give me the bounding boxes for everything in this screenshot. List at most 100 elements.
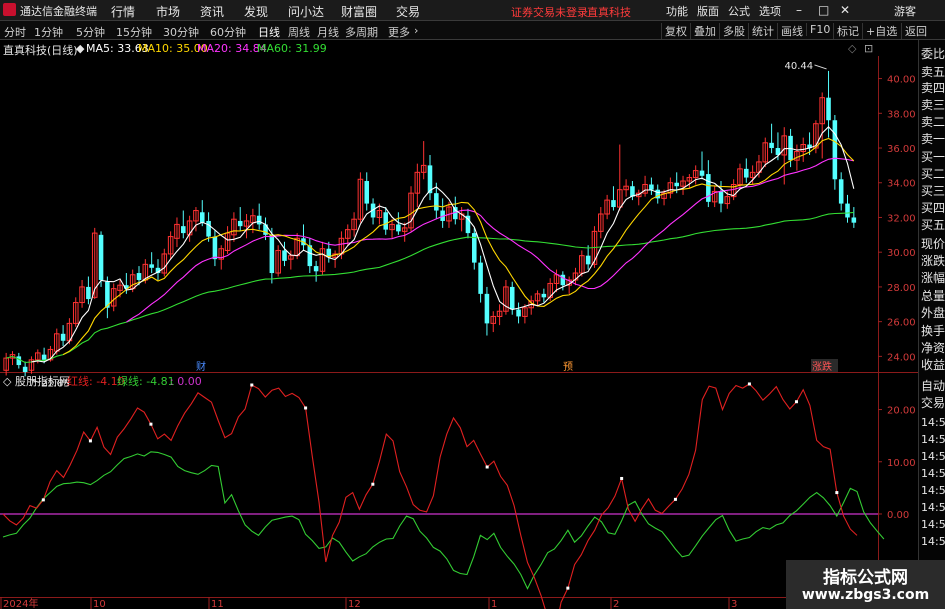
candle-body — [832, 120, 838, 180]
signal-marker — [304, 406, 308, 410]
date-axis-label: 3 — [731, 599, 737, 609]
tool-duogu[interactable]: 多股 — [719, 23, 745, 39]
period-60min[interactable]: 60分钟 — [210, 24, 246, 40]
side-panel-item[interactable]: 买二 — [921, 166, 945, 182]
side-panel-item[interactable]: 14:56 — [921, 415, 945, 431]
side-panel-item[interactable]: 14:56 — [921, 517, 945, 533]
side-panel-item[interactable]: 买三 — [921, 183, 945, 199]
tool-diejia[interactable]: 叠加 — [690, 23, 716, 39]
side-panel-item[interactable]: 14:56 — [921, 449, 945, 465]
current-stock-name[interactable]: 直真科技 — [587, 4, 631, 20]
indicator-red-line — [2, 383, 858, 609]
tool-huaxian[interactable]: 画线 — [777, 23, 803, 39]
period-15min[interactable]: 15分钟 — [116, 24, 152, 40]
candle-body — [838, 179, 844, 204]
menu-hangqing[interactable]: 行情 — [111, 3, 135, 20]
period-fenshi[interactable]: 分时 — [4, 24, 26, 40]
guest-login[interactable]: 游客 — [894, 3, 916, 19]
side-panel-item[interactable]: 总量 — [921, 288, 945, 304]
side-panel-item[interactable]: 14:56 — [921, 534, 945, 550]
chevron-right-icon[interactable]: › — [414, 24, 418, 37]
side-panel-item[interactable]: 涨幅 — [921, 270, 945, 286]
tool-fuquan[interactable]: 复权 — [661, 23, 687, 39]
tool-back[interactable]: 返回 — [901, 23, 927, 39]
marker-cai: 财 — [196, 360, 206, 373]
site-watermark: 指标公式网 www.zbgs3.com — [786, 560, 945, 609]
side-panel-item[interactable]: 卖二 — [921, 114, 945, 130]
side-panel-item[interactable]: 换手 — [921, 323, 945, 339]
side-panel-item[interactable]: 买一 — [921, 149, 945, 165]
price-axis-label: 26.00 — [887, 318, 916, 329]
minimize-icon[interactable]: – — [796, 3, 802, 17]
candle-body — [206, 220, 211, 237]
date-axis-label: 1 — [491, 599, 497, 609]
candle-body — [826, 97, 831, 121]
candle-body — [674, 182, 679, 187]
high-arrow — [814, 64, 827, 70]
side-panel-item[interactable]: 14:56 — [921, 483, 945, 499]
kline-chart[interactable]: 40.0038.0036.0034.0032.0030.0028.0026.00… — [0, 40, 918, 609]
maximize-icon[interactable]: □ — [818, 3, 829, 17]
side-panel-item[interactable]: 委比 — [921, 46, 945, 62]
side-panel-item[interactable]: 收益 — [921, 357, 945, 373]
menu-shichang[interactable]: 市场 — [156, 3, 180, 20]
tool-biaoji[interactable]: 标记 — [833, 23, 859, 39]
side-panel-item[interactable]: 卖三 — [921, 97, 945, 113]
indicator-zero-value: : 0.00 — [170, 375, 202, 388]
side-panel-item[interactable]: 涨跌 — [921, 253, 945, 269]
side-panel-item[interactable]: 14:56 — [921, 432, 945, 448]
candle-body — [516, 309, 521, 317]
period-multi[interactable]: 多周期 — [345, 24, 378, 40]
side-panel-item[interactable]: 净资 — [921, 340, 945, 356]
signal-marker — [250, 383, 254, 387]
period-more[interactable]: 更多 — [388, 24, 410, 40]
indicator-green-value: 绿线: -4.81 — [117, 374, 175, 388]
trade-login-notice[interactable]: 证券交易未登录 — [511, 4, 588, 20]
signal-marker — [41, 498, 45, 502]
side-panel-item[interactable]: 自动 — [921, 378, 945, 394]
candle-body — [86, 286, 91, 300]
menu-caifuquan[interactable]: 财富圈 — [341, 3, 377, 20]
side-panel-item[interactable]: 买四 — [921, 200, 945, 216]
side-panel-item[interactable]: 现价 — [921, 236, 945, 252]
menu-jiaoyi[interactable]: 交易 — [396, 3, 420, 20]
candle-body — [769, 142, 774, 149]
date-axis-label: 11 — [211, 599, 224, 609]
tool-add-watchlist[interactable]: +自选 — [862, 23, 897, 39]
signal-marker — [747, 382, 751, 386]
price-axis-label: 30.00 — [887, 248, 916, 259]
side-panel-item[interactable]: 卖四 — [921, 80, 945, 96]
chart-settings-icon[interactable]: ⊡ — [864, 42, 873, 55]
side-panel-item[interactable]: 14:56 — [921, 466, 945, 482]
candle-body — [541, 293, 547, 298]
period-weekly[interactable]: 周线 — [288, 24, 310, 40]
period-monthly[interactable]: 月线 — [317, 24, 339, 40]
candle-body — [149, 264, 154, 268]
period-1min[interactable]: 1分钟 — [34, 24, 63, 40]
indicator-green-line — [2, 451, 885, 590]
menu-xuanxiang[interactable]: 选项 — [759, 3, 781, 19]
side-panel-item[interactable]: 外盘 — [921, 305, 945, 321]
side-panel-item[interactable]: 14:56 — [921, 500, 945, 516]
close-icon[interactable]: ✕ — [840, 3, 850, 17]
period-30min[interactable]: 30分钟 — [163, 24, 199, 40]
side-panel-item[interactable]: 卖一 — [921, 131, 945, 147]
side-panel-item[interactable]: 交易 — [921, 395, 945, 411]
settings-diamond-icon[interactable]: ◆ — [76, 42, 84, 55]
candle-body — [181, 226, 186, 234]
menu-wenxiaoda[interactable]: 问小达 — [288, 3, 324, 20]
menu-faxian[interactable]: 发现 — [244, 3, 268, 20]
quote-side-panel: 委比卖五 卖四 卖三 卖二 卖一买一 买二 买三 买四 买五现价 涨跌 涨幅总量 外盘换手 净资 收益自动… — [918, 40, 945, 609]
menu-banmian[interactable]: 版面 — [697, 3, 719, 19]
layout-diamond-icon[interactable]: ◇ — [848, 42, 856, 55]
menu-gongshi[interactable]: 公式 — [728, 3, 750, 19]
period-5min[interactable]: 5分钟 — [76, 24, 105, 40]
menu-gongneng[interactable]: 功能 — [666, 3, 688, 19]
side-panel-item[interactable]: 买五 — [921, 217, 945, 233]
period-daily[interactable]: 日线 — [258, 24, 280, 40]
side-panel-item[interactable]: 卖五 — [921, 64, 945, 80]
tool-f10[interactable]: F10 — [806, 23, 830, 36]
menu-zixun[interactable]: 资讯 — [200, 3, 224, 20]
tool-tongji[interactable]: 统计 — [748, 23, 774, 39]
price-axis-label: 40.00 — [887, 75, 916, 86]
